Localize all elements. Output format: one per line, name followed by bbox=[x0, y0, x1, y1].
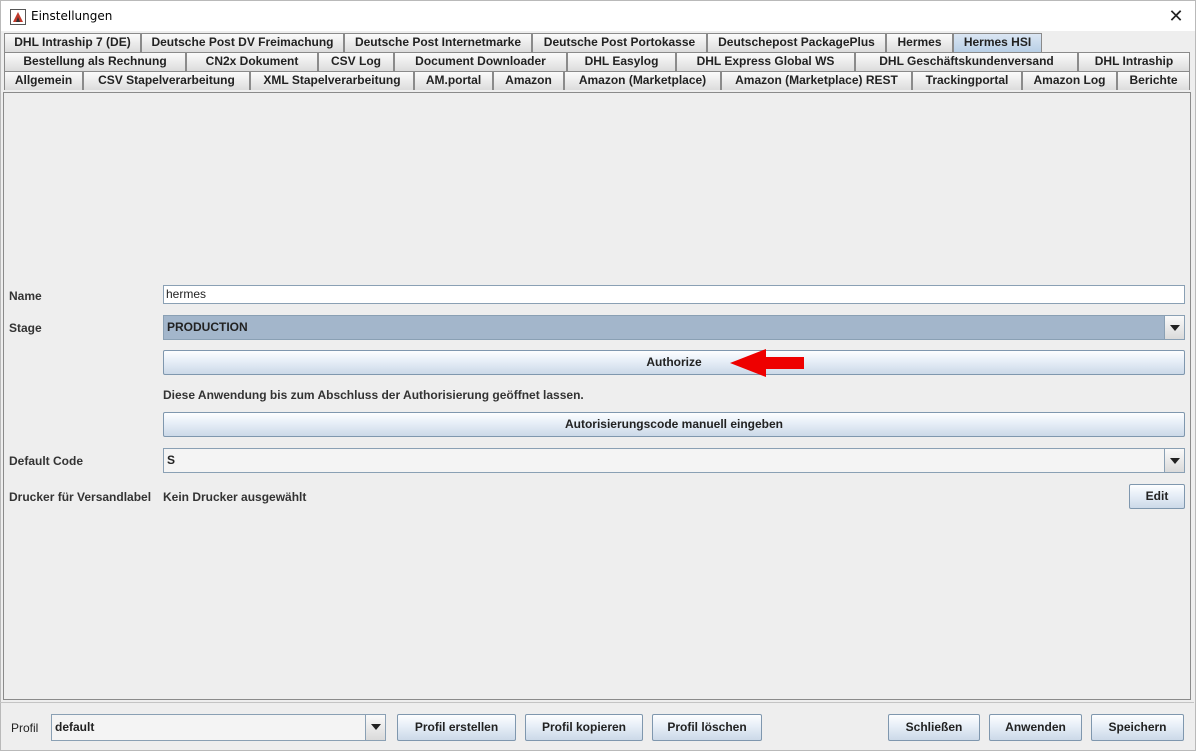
tab-cn2x-dokument[interactable]: CN2x Dokument bbox=[186, 52, 318, 71]
delete-profile-button[interactable]: Profil löschen bbox=[652, 714, 762, 741]
copy-profile-button[interactable]: Profil kopieren bbox=[525, 714, 643, 741]
name-label: Name bbox=[9, 289, 42, 303]
tab-trackingportal[interactable]: Trackingportal bbox=[912, 71, 1022, 90]
stage-select[interactable]: PRODUCTION bbox=[163, 315, 1185, 340]
tab-am-portal[interactable]: AM.portal bbox=[414, 71, 493, 90]
tab-amazon-marketplace-rest[interactable]: Amazon (Marketplace) REST bbox=[721, 71, 912, 90]
stage-label: Stage bbox=[9, 321, 42, 335]
tab-dhl-intraship[interactable]: DHL Intraship bbox=[1078, 52, 1190, 71]
edit-printer-button[interactable]: Edit bbox=[1129, 484, 1185, 509]
red-arrow-icon bbox=[730, 349, 804, 377]
tab-amazon[interactable]: Amazon bbox=[493, 71, 564, 90]
tab-deutsche-post-dv-freimachung[interactable]: Deutsche Post DV Freimachung bbox=[141, 33, 344, 52]
default-code-value: S bbox=[167, 453, 176, 467]
tab-hermes[interactable]: Hermes bbox=[886, 33, 953, 52]
profile-label: Profil bbox=[11, 721, 39, 735]
footer-divider bbox=[0, 702, 1194, 703]
name-input[interactable]: hermes bbox=[163, 285, 1185, 304]
tab-deutsche-post-portokasse[interactable]: Deutsche Post Portokasse bbox=[532, 33, 707, 52]
default-code-label: Default Code bbox=[9, 454, 84, 468]
tab-document-downloader[interactable]: Document Downloader bbox=[394, 52, 567, 71]
tab-bestellung-als-rechnung[interactable]: Bestellung als Rechnung bbox=[4, 52, 186, 71]
default-code-select[interactable]: S bbox=[163, 448, 1185, 473]
tab-berichte[interactable]: Berichte bbox=[1117, 71, 1190, 90]
apply-button[interactable]: Anwenden bbox=[989, 714, 1082, 741]
title-bar: Einstellungen ✕ bbox=[0, 0, 1196, 31]
tab-allgemein[interactable]: Allgemein bbox=[4, 71, 83, 90]
tab-xml-stapelverarbeitung[interactable]: XML Stapelverarbeitung bbox=[250, 71, 414, 90]
tab-hermes-hsi[interactable]: Hermes HSI bbox=[953, 33, 1042, 52]
tab-amazon-log[interactable]: Amazon Log bbox=[1022, 71, 1117, 90]
save-button[interactable]: Speichern bbox=[1091, 714, 1184, 741]
profile-select[interactable]: default bbox=[51, 714, 386, 741]
authorize-button[interactable]: Authorize bbox=[163, 350, 1185, 375]
tab-csv-stapelverarbeitung[interactable]: CSV Stapelverarbeitung bbox=[83, 71, 250, 90]
tab-deutschepost-packageplus[interactable]: Deutschepost PackagePlus bbox=[707, 33, 886, 52]
window-title: Einstellungen bbox=[31, 9, 113, 23]
printer-value: Kein Drucker ausgewählt bbox=[163, 490, 307, 504]
close-icon[interactable]: ✕ bbox=[1165, 5, 1187, 27]
stage-value: PRODUCTION bbox=[167, 320, 248, 334]
chevron-down-icon[interactable] bbox=[1164, 449, 1184, 472]
tab-deutsche-post-internetmarke[interactable]: Deutsche Post Internetmarke bbox=[344, 33, 532, 52]
chevron-down-icon[interactable] bbox=[365, 715, 385, 740]
app-icon bbox=[10, 9, 26, 25]
close-button[interactable]: Schließen bbox=[888, 714, 980, 741]
authorization-info-text: Diese Anwendung bis zum Abschluss der Au… bbox=[163, 388, 584, 402]
tab-amazon-marketplace[interactable]: Amazon (Marketplace) bbox=[564, 71, 721, 90]
create-profile-button[interactable]: Profil erstellen bbox=[397, 714, 516, 741]
tab-dhl-intraship-7[interactable]: DHL Intraship 7 (DE) bbox=[4, 33, 141, 52]
chevron-down-icon[interactable] bbox=[1164, 316, 1184, 339]
tab-dhl-express-global-ws[interactable]: DHL Express Global WS bbox=[676, 52, 855, 71]
printer-label: Drucker für Versandlabel bbox=[9, 490, 152, 504]
tab-csv-log[interactable]: CSV Log bbox=[318, 52, 394, 71]
tab-dhl-geschaeftskundenversand[interactable]: DHL Geschäftskundenversand bbox=[855, 52, 1078, 71]
profile-value: default bbox=[55, 720, 95, 734]
tab-dhl-easylog[interactable]: DHL Easylog bbox=[567, 52, 676, 71]
manual-code-button[interactable]: Autorisierungscode manuell eingeben bbox=[163, 412, 1185, 437]
